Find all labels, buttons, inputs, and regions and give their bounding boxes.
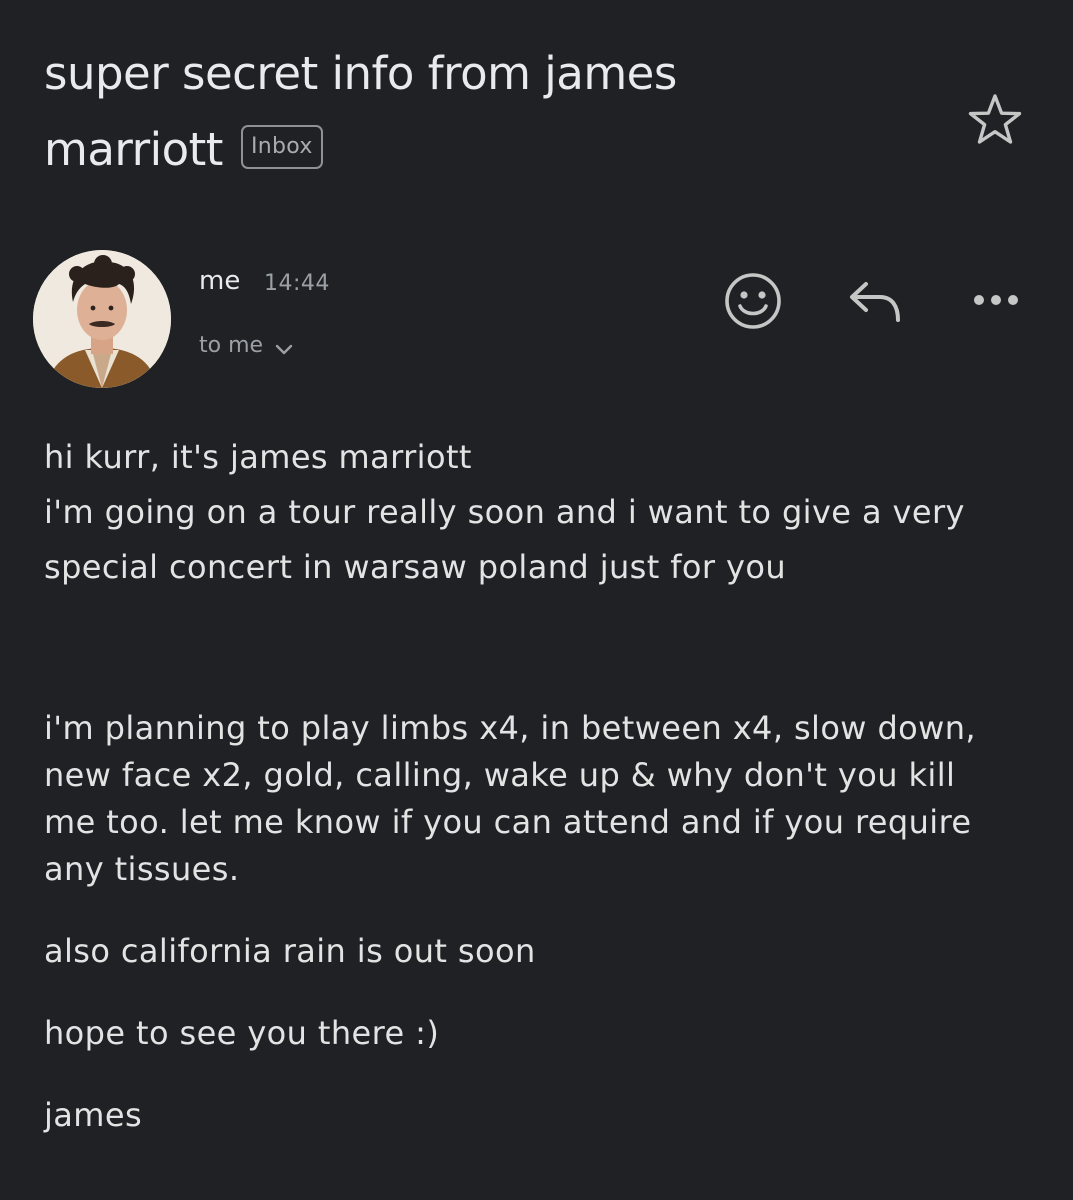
sender-name: me: [199, 266, 241, 296]
add-reaction-icon[interactable]: [722, 270, 784, 332]
recipients-label: to me: [199, 333, 264, 358]
inbox-label-badge[interactable]: Inbox: [240, 125, 323, 169]
more-icon[interactable]: [970, 288, 1022, 312]
email-subject: super secret info from james marriott Inb…: [44, 36, 924, 188]
body-line: any tissues.: [44, 850, 240, 888]
body-line: me too. let me know if you can attend an…: [44, 803, 972, 841]
email-signature: james: [44, 1096, 143, 1134]
subject-line-2: marriott Inbox: [44, 112, 924, 188]
body-paragraph-2: i'm planning to play limbs x4, in betwee…: [44, 705, 1034, 893]
body-paragraph-4: hope to see you there :): [44, 1014, 440, 1052]
body-line: new face x2, gold, calling, wake up & wh…: [44, 756, 956, 794]
body-line: hi kurr, it's james marriott: [44, 438, 472, 476]
body-line: i'm going on a tour really soon and i wa…: [44, 493, 965, 531]
sender-avatar[interactable]: [33, 250, 171, 388]
body-paragraph-1: hi kurr, it's james marriott i'm going o…: [44, 430, 1034, 595]
body-line: special concert in warsaw poland just fo…: [44, 548, 787, 586]
star-icon[interactable]: [966, 92, 1024, 148]
sent-time: 14:44: [264, 271, 330, 296]
body-line: i'm planning to play limbs x4, in betwee…: [44, 709, 976, 747]
body-paragraph-3: also california rain is out soon: [44, 932, 536, 970]
recipients-toggle[interactable]: to me: [199, 333, 293, 358]
subject-line-1: super secret info from james: [44, 47, 677, 100]
reply-icon[interactable]: [848, 280, 904, 324]
subject-line-2-text: marriott: [44, 123, 223, 176]
chevron-down-icon: [275, 344, 293, 354]
